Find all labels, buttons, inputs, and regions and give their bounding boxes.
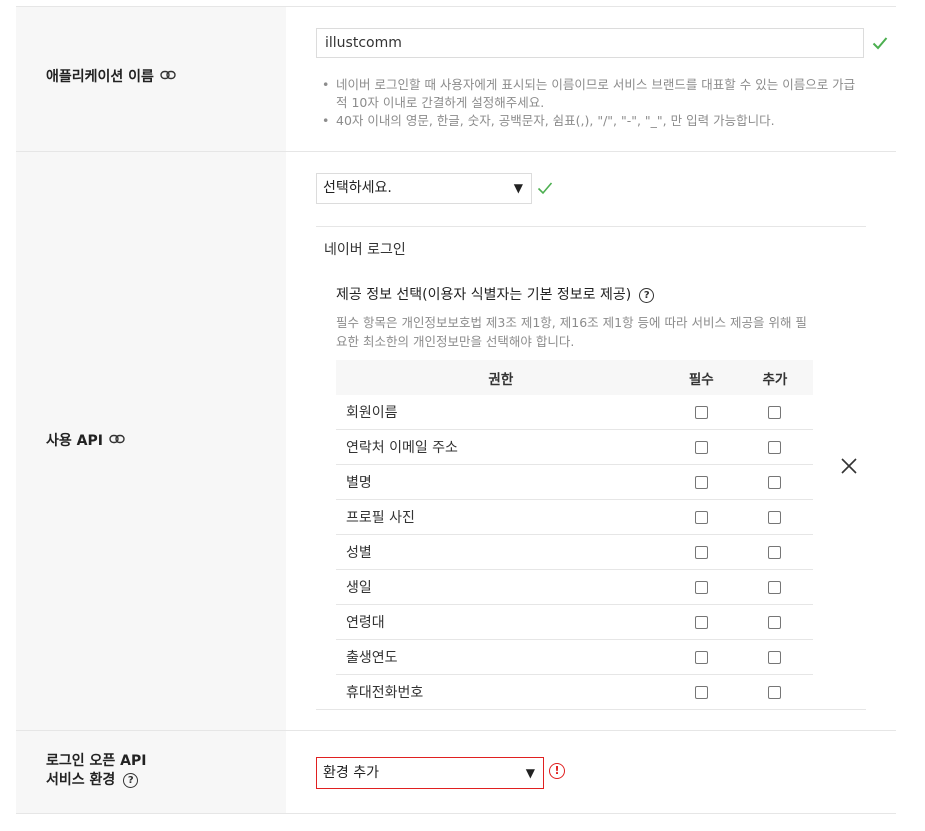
required-checkbox[interactable] [694, 545, 708, 559]
section-divider [316, 709, 866, 710]
column-header-permission: 권한 [336, 360, 666, 395]
note-item: 네이버 로그인할 때 사용자에게 표시되는 이름이므로 서비스 브랜드를 대표할… [322, 76, 862, 112]
table-row: 회원이름 [336, 395, 813, 430]
checkmark-icon [872, 37, 888, 50]
app-name-label-text: 애플리케이션 이름 [46, 69, 154, 85]
link-icon [109, 432, 125, 448]
provide-info-description: 필수 항목은 개인정보보호법 제3조 제1항, 제16조 제1항 등에 따라 서… [336, 315, 807, 349]
additional-checkbox[interactable] [768, 685, 782, 699]
permission-name: 연령대 [336, 604, 666, 640]
required-checkbox[interactable] [694, 685, 708, 699]
additional-checkbox[interactable] [768, 475, 782, 489]
table-row: 별명 [336, 464, 813, 500]
naver-login-title: 네이버 로그인 [324, 242, 406, 258]
permission-table: 권한 필수 추가 회원이름 연락처 이메일 주소 별명 프로필 사진 성별 생일… [336, 360, 813, 710]
table-row: 생일 [336, 569, 813, 605]
table-row: 연령대 [336, 604, 813, 640]
app-name-input[interactable] [316, 28, 864, 58]
permission-name: 생일 [336, 569, 666, 605]
table-row: 휴대전화번호 [336, 674, 813, 710]
table-row: 프로필 사진 [336, 499, 813, 535]
permission-name: 별명 [336, 464, 666, 500]
note-item: 40자 이내의 영문, 한글, 숫자, 공백문자, 쉼표(,), "/", "-… [322, 112, 862, 130]
additional-checkbox[interactable] [768, 510, 782, 524]
triangle-down-icon: ▼ [513, 181, 523, 195]
env-select[interactable]: 환경 추가 ▼ [316, 757, 544, 789]
row-divider [16, 813, 896, 814]
api-select[interactable]: 선택하세요. ▼ [316, 173, 532, 204]
permission-name: 출생연도 [336, 639, 666, 675]
additional-checkbox[interactable] [768, 405, 782, 419]
permission-name: 성별 [336, 534, 666, 570]
required-checkbox[interactable] [694, 650, 708, 664]
table-row: 출생연도 [336, 639, 813, 675]
additional-checkbox[interactable] [768, 580, 782, 594]
env-label: 로그인 오픈 API 서비스 환경? [46, 752, 146, 790]
permission-name: 연락처 이메일 주소 [336, 429, 666, 465]
permission-name: 프로필 사진 [336, 499, 666, 535]
permission-name: 회원이름 [336, 395, 666, 430]
additional-checkbox[interactable] [768, 545, 782, 559]
table-row: 연락처 이메일 주소 [336, 429, 813, 465]
exclamation-circle-icon: ! [549, 763, 565, 779]
column-header-required: 필수 [665, 360, 737, 395]
provide-info-title: 제공 정보 선택(이용자 식별자는 기본 정보로 제공)? [336, 284, 655, 304]
required-checkbox[interactable] [694, 615, 708, 629]
env-label-line2: 서비스 환경 [46, 772, 116, 788]
env-label-line1: 로그인 오픈 API [46, 753, 147, 769]
app-settings-form: 애플리케이션 이름 네이버 로그인할 때 사용자에게 표시되는 이름이므로 서비… [16, 0, 896, 831]
close-icon[interactable] [839, 456, 859, 476]
required-checkbox[interactable] [694, 580, 708, 594]
required-checkbox[interactable] [694, 405, 708, 419]
api-label-text: 사용 API [46, 433, 103, 449]
required-checkbox[interactable] [694, 510, 708, 524]
app-name-notes: 네이버 로그인할 때 사용자에게 표시되는 이름이므로 서비스 브랜드를 대표할… [322, 76, 862, 130]
api-select-value: 선택하세요. [323, 180, 392, 196]
checkmark-icon [537, 182, 553, 195]
table-header-row: 권한 필수 추가 [336, 360, 813, 395]
required-checkbox[interactable] [694, 475, 708, 489]
additional-checkbox[interactable] [768, 615, 782, 629]
column-header-additional: 추가 [736, 360, 813, 395]
additional-checkbox[interactable] [768, 650, 782, 664]
table-row: 성별 [336, 534, 813, 570]
required-checkbox[interactable] [694, 440, 708, 454]
section-divider [316, 226, 866, 227]
permission-name: 휴대전화번호 [336, 674, 666, 710]
link-icon [160, 68, 176, 84]
question-circle-icon[interactable]: ? [639, 287, 655, 303]
triangle-down-icon: ▼ [525, 766, 535, 780]
app-name-label: 애플리케이션 이름 [46, 66, 176, 86]
question-circle-icon[interactable]: ? [123, 772, 139, 788]
api-label: 사용 API [46, 430, 125, 450]
env-select-value: 환경 추가 [323, 765, 379, 781]
additional-checkbox[interactable] [768, 440, 782, 454]
provide-info-title-text: 제공 정보 선택(이용자 식별자는 기본 정보로 제공) [336, 287, 632, 303]
